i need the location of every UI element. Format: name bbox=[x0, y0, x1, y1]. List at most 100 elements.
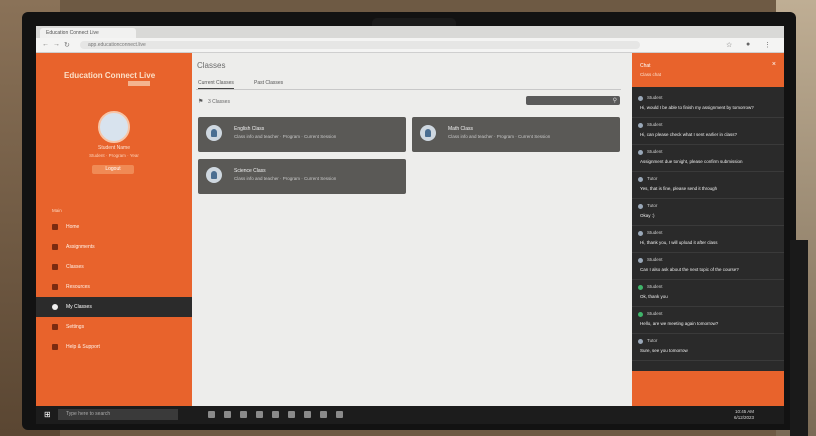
sidebar-item-help[interactable]: Help & Support bbox=[36, 337, 192, 357]
chat-footer bbox=[632, 371, 784, 410]
list-item[interactable]: Tutor Yes, that is fine, please send it t… bbox=[632, 172, 784, 199]
chat-title: Chat bbox=[640, 63, 651, 69]
class-card[interactable]: Science Class Class info and teacher · P… bbox=[198, 159, 406, 194]
brand-logo[interactable]: Education Connect Live bbox=[64, 71, 155, 80]
app-icon[interactable] bbox=[304, 411, 311, 418]
browser-tab[interactable]: Education Connect Live bbox=[40, 28, 136, 38]
online-status-icon bbox=[638, 285, 643, 290]
chat-subtitle: Class chat bbox=[640, 72, 662, 77]
sidebar-item-label: Assignments bbox=[66, 244, 95, 250]
message-sender: Student bbox=[647, 149, 663, 154]
online-status-icon bbox=[638, 312, 643, 317]
message-sender: Student bbox=[647, 257, 663, 262]
taskbar: ⊞ Type here to search 10:45 AM 6/12/2023 bbox=[36, 406, 784, 424]
star-icon[interactable]: ☆ bbox=[726, 41, 732, 49]
sidebar-item-classes[interactable]: Classes bbox=[36, 257, 192, 277]
class-card-title: Science Class bbox=[234, 168, 266, 174]
user-avatar-icon bbox=[638, 150, 643, 155]
user-avatar-icon bbox=[638, 123, 643, 128]
sidebar-item-settings[interactable]: Settings bbox=[36, 317, 192, 337]
close-icon[interactable]: × bbox=[772, 61, 776, 68]
chrome-icon[interactable] bbox=[288, 411, 295, 418]
url-field[interactable]: app.educationconnect.live bbox=[80, 41, 640, 49]
list-item[interactable]: Tutor Okay :) bbox=[632, 199, 784, 226]
user-avatar-icon bbox=[638, 231, 643, 236]
list-item[interactable]: Student Assignment due tonight, please co… bbox=[632, 145, 784, 172]
user-avatar-icon bbox=[638, 96, 643, 101]
reload-icon[interactable]: ↻ bbox=[64, 41, 70, 49]
mail-icon[interactable] bbox=[272, 411, 279, 418]
logout-button[interactable]: Logout bbox=[92, 165, 134, 174]
list-item[interactable]: Tutor Sure, see you tomorrow bbox=[632, 334, 784, 361]
folder-icon[interactable] bbox=[240, 411, 247, 418]
sidebar-item-label: Help & Support bbox=[66, 344, 100, 350]
message-text: Can I also ask about the next topic of t… bbox=[640, 267, 739, 272]
class-count-label: 3 Classes bbox=[208, 99, 230, 105]
chat-header: Chat Class chat × bbox=[632, 53, 784, 87]
sidebar: Education Connect Live Student Name Stud… bbox=[36, 53, 192, 410]
sidebar-item-resources[interactable]: Resources bbox=[36, 277, 192, 297]
message-sender: Student bbox=[647, 230, 663, 235]
sidebar-item-label: Settings bbox=[66, 324, 85, 330]
list-icon: ⚑ bbox=[198, 99, 204, 105]
class-card-title: Math Class bbox=[448, 126, 474, 132]
user-avatar-icon bbox=[638, 339, 643, 344]
message-sender: Student bbox=[647, 311, 663, 316]
sidebar-item-my-classes[interactable]: My Classes bbox=[36, 297, 192, 317]
back-icon[interactable]: ← bbox=[42, 41, 49, 48]
brand-badge bbox=[128, 81, 150, 86]
message-text: Ok, thank you bbox=[640, 294, 668, 299]
sidebar-menu: Home Assignments Classes Resources My Cl… bbox=[36, 217, 192, 357]
sidebar-item-label: Resources bbox=[66, 284, 90, 290]
store-icon[interactable] bbox=[256, 411, 263, 418]
class-card[interactable]: Math Class Class info and teacher · Prog… bbox=[412, 117, 620, 152]
app-icon[interactable] bbox=[320, 411, 327, 418]
class-card-title: English Class bbox=[234, 126, 265, 132]
list-item[interactable]: Student Can I also ask about the next top… bbox=[632, 253, 784, 280]
chat-message-list: Student Hi, would I be able to finish my … bbox=[632, 91, 784, 361]
avatar[interactable] bbox=[98, 111, 130, 143]
taskbar-search-input[interactable]: Type here to search bbox=[58, 409, 178, 420]
menu-icon[interactable]: ⋮ bbox=[764, 41, 771, 49]
brand-accent: Connect Live bbox=[104, 71, 156, 80]
message-sender: Tutor bbox=[647, 338, 658, 343]
taskbar-clock[interactable]: 10:45 AM 6/12/2023 bbox=[734, 409, 754, 421]
task-view-icon[interactable] bbox=[208, 411, 215, 418]
chat-panel: Chat Class chat × Student Hi, would I be … bbox=[632, 53, 784, 410]
search-input[interactable]: ⚲ bbox=[526, 96, 620, 105]
tab-current-classes[interactable]: Current Classes bbox=[198, 80, 234, 89]
search-icon[interactable]: ⚲ bbox=[613, 97, 617, 104]
message-sender: Student bbox=[647, 284, 663, 289]
list-item[interactable]: Student Hi, thank you, I will upload it a… bbox=[632, 226, 784, 253]
sidebar-item-home[interactable]: Home bbox=[36, 217, 192, 237]
assignment-icon bbox=[52, 244, 58, 250]
windows-start-icon[interactable]: ⊞ bbox=[44, 410, 51, 419]
list-item[interactable]: Student Hi, would I be able to finish my … bbox=[632, 91, 784, 118]
screen: Education Connect Live ← → ↻ app.educati… bbox=[36, 26, 784, 410]
message-text: Hi, would I be able to finish my assignm… bbox=[640, 105, 754, 110]
class-card-subtitle: Class info and teacher · Program · Curre… bbox=[234, 134, 337, 139]
class-card[interactable]: English Class Class info and teacher · P… bbox=[198, 117, 406, 152]
tab-bar: Current Classes Past Classes bbox=[196, 79, 621, 90]
class-avatar-icon bbox=[206, 125, 222, 141]
page-title: Classes bbox=[197, 61, 226, 70]
list-item[interactable]: Student Hi, can please check what I sent … bbox=[632, 118, 784, 145]
sidebar-item-assignments[interactable]: Assignments bbox=[36, 237, 192, 257]
message-text: Hi, can please check what I sent earlier… bbox=[640, 132, 738, 137]
edge-icon[interactable] bbox=[224, 411, 231, 418]
app-icon[interactable] bbox=[336, 411, 343, 418]
message-text: Yes, that is fine, please send it throug… bbox=[640, 186, 718, 191]
list-item[interactable]: Student Hello, are we meeting again tomor… bbox=[632, 307, 784, 334]
list-item[interactable]: Student Ok, thank you bbox=[632, 280, 784, 307]
message-text: Okay :) bbox=[640, 213, 655, 218]
side-object bbox=[790, 240, 808, 436]
message-text: Sure, see you tomorrow bbox=[640, 348, 688, 353]
user-avatar-icon bbox=[638, 204, 643, 209]
forward-icon[interactable]: → bbox=[53, 41, 60, 48]
user-avatar-icon bbox=[638, 258, 643, 263]
clock-date: 6/12/2023 bbox=[733, 415, 754, 420]
tab-past-classes[interactable]: Past Classes bbox=[254, 80, 283, 86]
message-text: Hi, thank you, I will upload it after cl… bbox=[640, 240, 718, 245]
profile-icon[interactable]: ● bbox=[746, 41, 750, 48]
class-icon bbox=[52, 264, 58, 270]
